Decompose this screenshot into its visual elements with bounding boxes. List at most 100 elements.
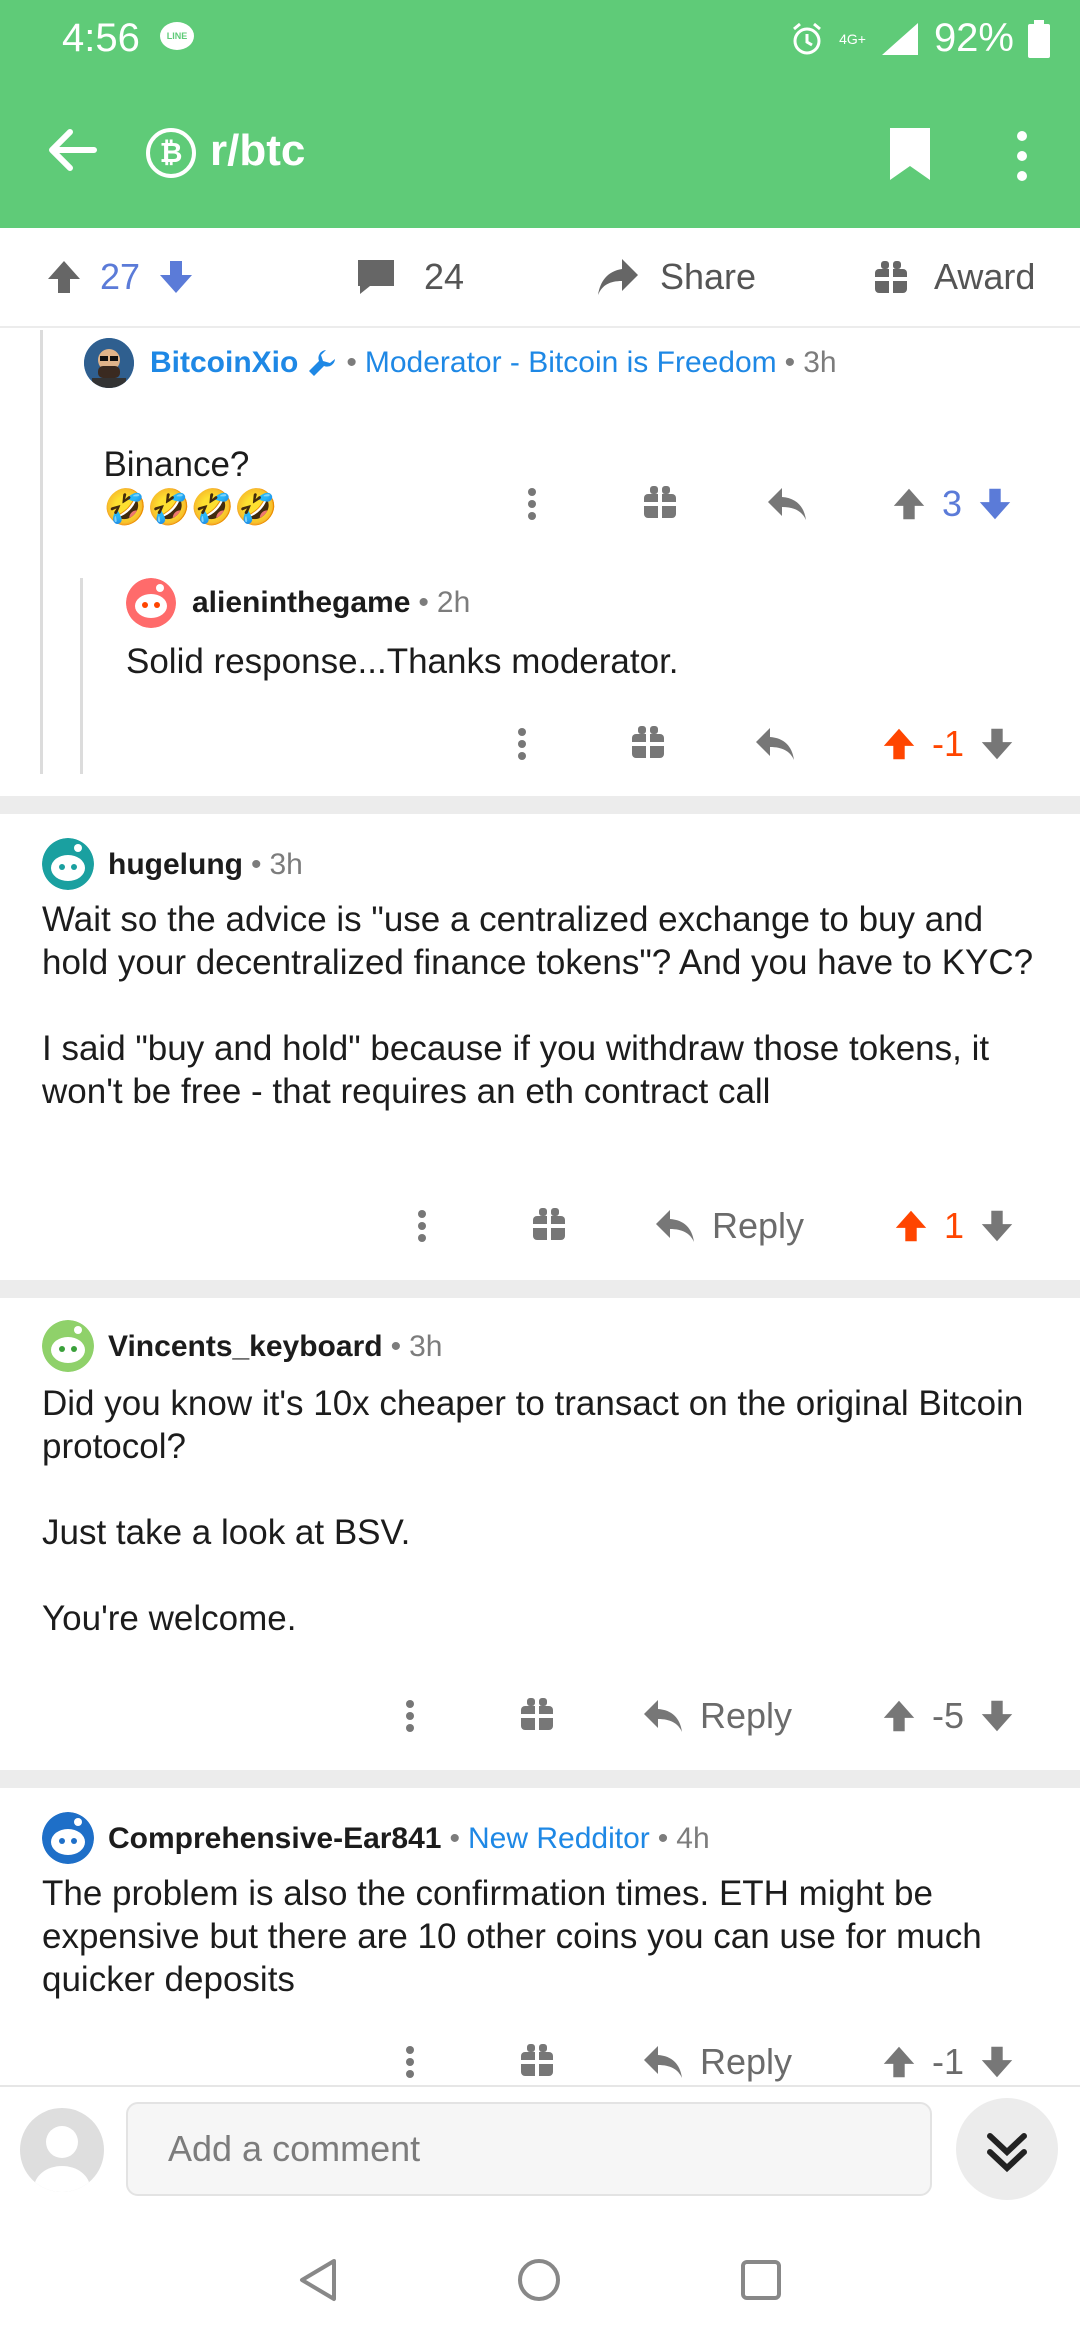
thread-line[interactable] xyxy=(40,330,43,774)
comment-score: -1 xyxy=(932,2041,965,2082)
nav-back-icon[interactable] xyxy=(296,2257,342,2303)
comment-username[interactable]: Comprehensive-Ear841 xyxy=(108,1822,442,1856)
comment-username[interactable]: Vincents_keyboard xyxy=(108,1330,383,1364)
reply-arrow-icon[interactable] xyxy=(766,474,808,534)
gift-icon[interactable] xyxy=(532,1196,566,1256)
nav-recents-icon[interactable] xyxy=(740,2259,782,2301)
subreddit-bitcoin-icon[interactable]: ₿ xyxy=(146,128,196,178)
reply-button[interactable]: Reply xyxy=(642,1686,792,1746)
more-options-icon[interactable] xyxy=(398,1686,422,1746)
comment-score: -1 xyxy=(932,723,965,764)
comment-age: 3h xyxy=(269,848,303,881)
snoo-avatar-icon xyxy=(42,1812,94,1864)
bookmark-icon[interactable] xyxy=(888,126,932,182)
comment-bubble-icon xyxy=(358,260,394,294)
gift-icon[interactable] xyxy=(643,474,677,534)
reply-label: Reply xyxy=(700,2041,793,2082)
reply-label: Reply xyxy=(700,1695,793,1736)
reply-arrow-icon[interactable] xyxy=(754,714,796,774)
meta-dot: • xyxy=(250,848,262,881)
upvote-icon[interactable] xyxy=(880,1697,918,1735)
reply-arrow-icon xyxy=(644,2046,682,2078)
collapse-threads-button[interactable] xyxy=(956,2098,1058,2200)
overflow-menu-icon[interactable] xyxy=(1010,128,1034,184)
app-bar: 4:56 LINE 4G+ 92% ₿ r/btc xyxy=(0,0,1080,228)
comment-age: 2h xyxy=(436,586,471,619)
vote-group: 1 xyxy=(892,1196,1016,1256)
battery-icon xyxy=(1028,19,1050,58)
upvote-icon[interactable] xyxy=(890,485,928,523)
comment-age: 3h xyxy=(803,346,837,379)
system-nav-bar xyxy=(0,2215,1080,2340)
reply-arrow-icon xyxy=(656,1210,694,1242)
comment-divider xyxy=(0,796,1080,814)
post-vote-group: 27 xyxy=(44,228,196,326)
line-notification-icon: LINE xyxy=(160,22,194,50)
gift-icon xyxy=(875,261,907,293)
back-arrow-icon[interactable] xyxy=(42,120,102,180)
vote-group: -1 xyxy=(880,714,1016,774)
share-icon xyxy=(598,259,638,295)
double-chevron-down-icon xyxy=(987,2133,1027,2173)
more-options-icon[interactable] xyxy=(398,2032,422,2092)
comment-divider xyxy=(0,1280,1080,1298)
more-options-icon[interactable] xyxy=(510,714,534,774)
add-comment-input[interactable]: Add a comment xyxy=(126,2102,932,2196)
current-user-avatar[interactable] xyxy=(20,2108,104,2192)
reply-label: Reply xyxy=(712,1205,805,1246)
comment-body: Wait so the advice is "use a centralized… xyxy=(42,900,1034,1111)
alarm-icon xyxy=(793,22,822,54)
upvote-icon[interactable] xyxy=(44,257,84,297)
upvote-icon[interactable] xyxy=(880,725,918,763)
subreddit-name[interactable]: r/btc xyxy=(210,126,305,176)
comment-count: 24 xyxy=(424,256,465,297)
avatar[interactable] xyxy=(42,1320,94,1372)
network-type: 4G+ xyxy=(839,30,866,47)
upvote-icon[interactable] xyxy=(892,1207,930,1245)
nav-home-icon[interactable] xyxy=(516,2257,562,2303)
comment-meta: alieninthegame • 2h xyxy=(192,586,470,620)
avatar[interactable] xyxy=(84,338,134,388)
reply-button[interactable]: Reply xyxy=(642,2032,792,2092)
post-action-bar: 27 24 Share Award xyxy=(0,228,1080,328)
downvote-icon[interactable] xyxy=(976,485,1014,523)
avatar[interactable] xyxy=(42,838,94,890)
avatar[interactable] xyxy=(42,1812,94,1864)
gift-icon[interactable] xyxy=(520,2032,554,2092)
comments-button[interactable]: 24 xyxy=(356,228,464,326)
downvote-icon[interactable] xyxy=(978,1207,1016,1245)
downvote-icon[interactable] xyxy=(978,2043,1016,2081)
user-flair: New Redditor xyxy=(468,1822,650,1855)
status-indicators: 4G+ 92% xyxy=(789,16,1050,61)
mod-wrench-icon xyxy=(309,350,336,376)
award-button[interactable]: Award xyxy=(874,228,1035,326)
award-label: Award xyxy=(934,256,1036,297)
comment-body: Solid response...Thanks moderator. xyxy=(126,642,679,681)
downvote-icon[interactable] xyxy=(978,725,1016,763)
comment-meta: BitcoinXio • Moderator - Bitcoin is Free… xyxy=(150,346,837,380)
user-flair: Moderator - Bitcoin is Freedom xyxy=(364,346,777,379)
post-score: 27 xyxy=(100,256,141,297)
meta-dot: • xyxy=(449,1822,461,1855)
comment-username[interactable]: hugelung xyxy=(108,848,243,882)
upvote-icon[interactable] xyxy=(880,2043,918,2081)
more-options-icon[interactable] xyxy=(410,1196,434,1256)
comment-username[interactable]: alieninthegame xyxy=(192,586,410,620)
comment-body: Did you know it's 10x cheaper to transac… xyxy=(42,1384,1024,1638)
status-time: 4:56 xyxy=(62,16,140,60)
avatar[interactable] xyxy=(126,578,176,628)
downvote-icon[interactable] xyxy=(156,257,196,297)
share-label: Share xyxy=(660,256,757,297)
share-button[interactable]: Share xyxy=(596,228,756,326)
downvote-icon[interactable] xyxy=(978,1697,1016,1735)
gift-icon[interactable] xyxy=(631,714,665,774)
more-options-icon[interactable] xyxy=(520,474,544,534)
meta-dot: • xyxy=(390,1330,402,1363)
vote-group: -5 xyxy=(880,1686,1016,1746)
comment-actions: Reply -1 xyxy=(0,2032,1080,2092)
comment-score: -5 xyxy=(932,1695,965,1736)
reply-button[interactable]: Reply xyxy=(654,1196,804,1256)
gift-icon[interactable] xyxy=(520,1686,554,1746)
user-avatar-icon xyxy=(84,338,134,388)
comment-username[interactable]: BitcoinXio xyxy=(150,346,298,380)
